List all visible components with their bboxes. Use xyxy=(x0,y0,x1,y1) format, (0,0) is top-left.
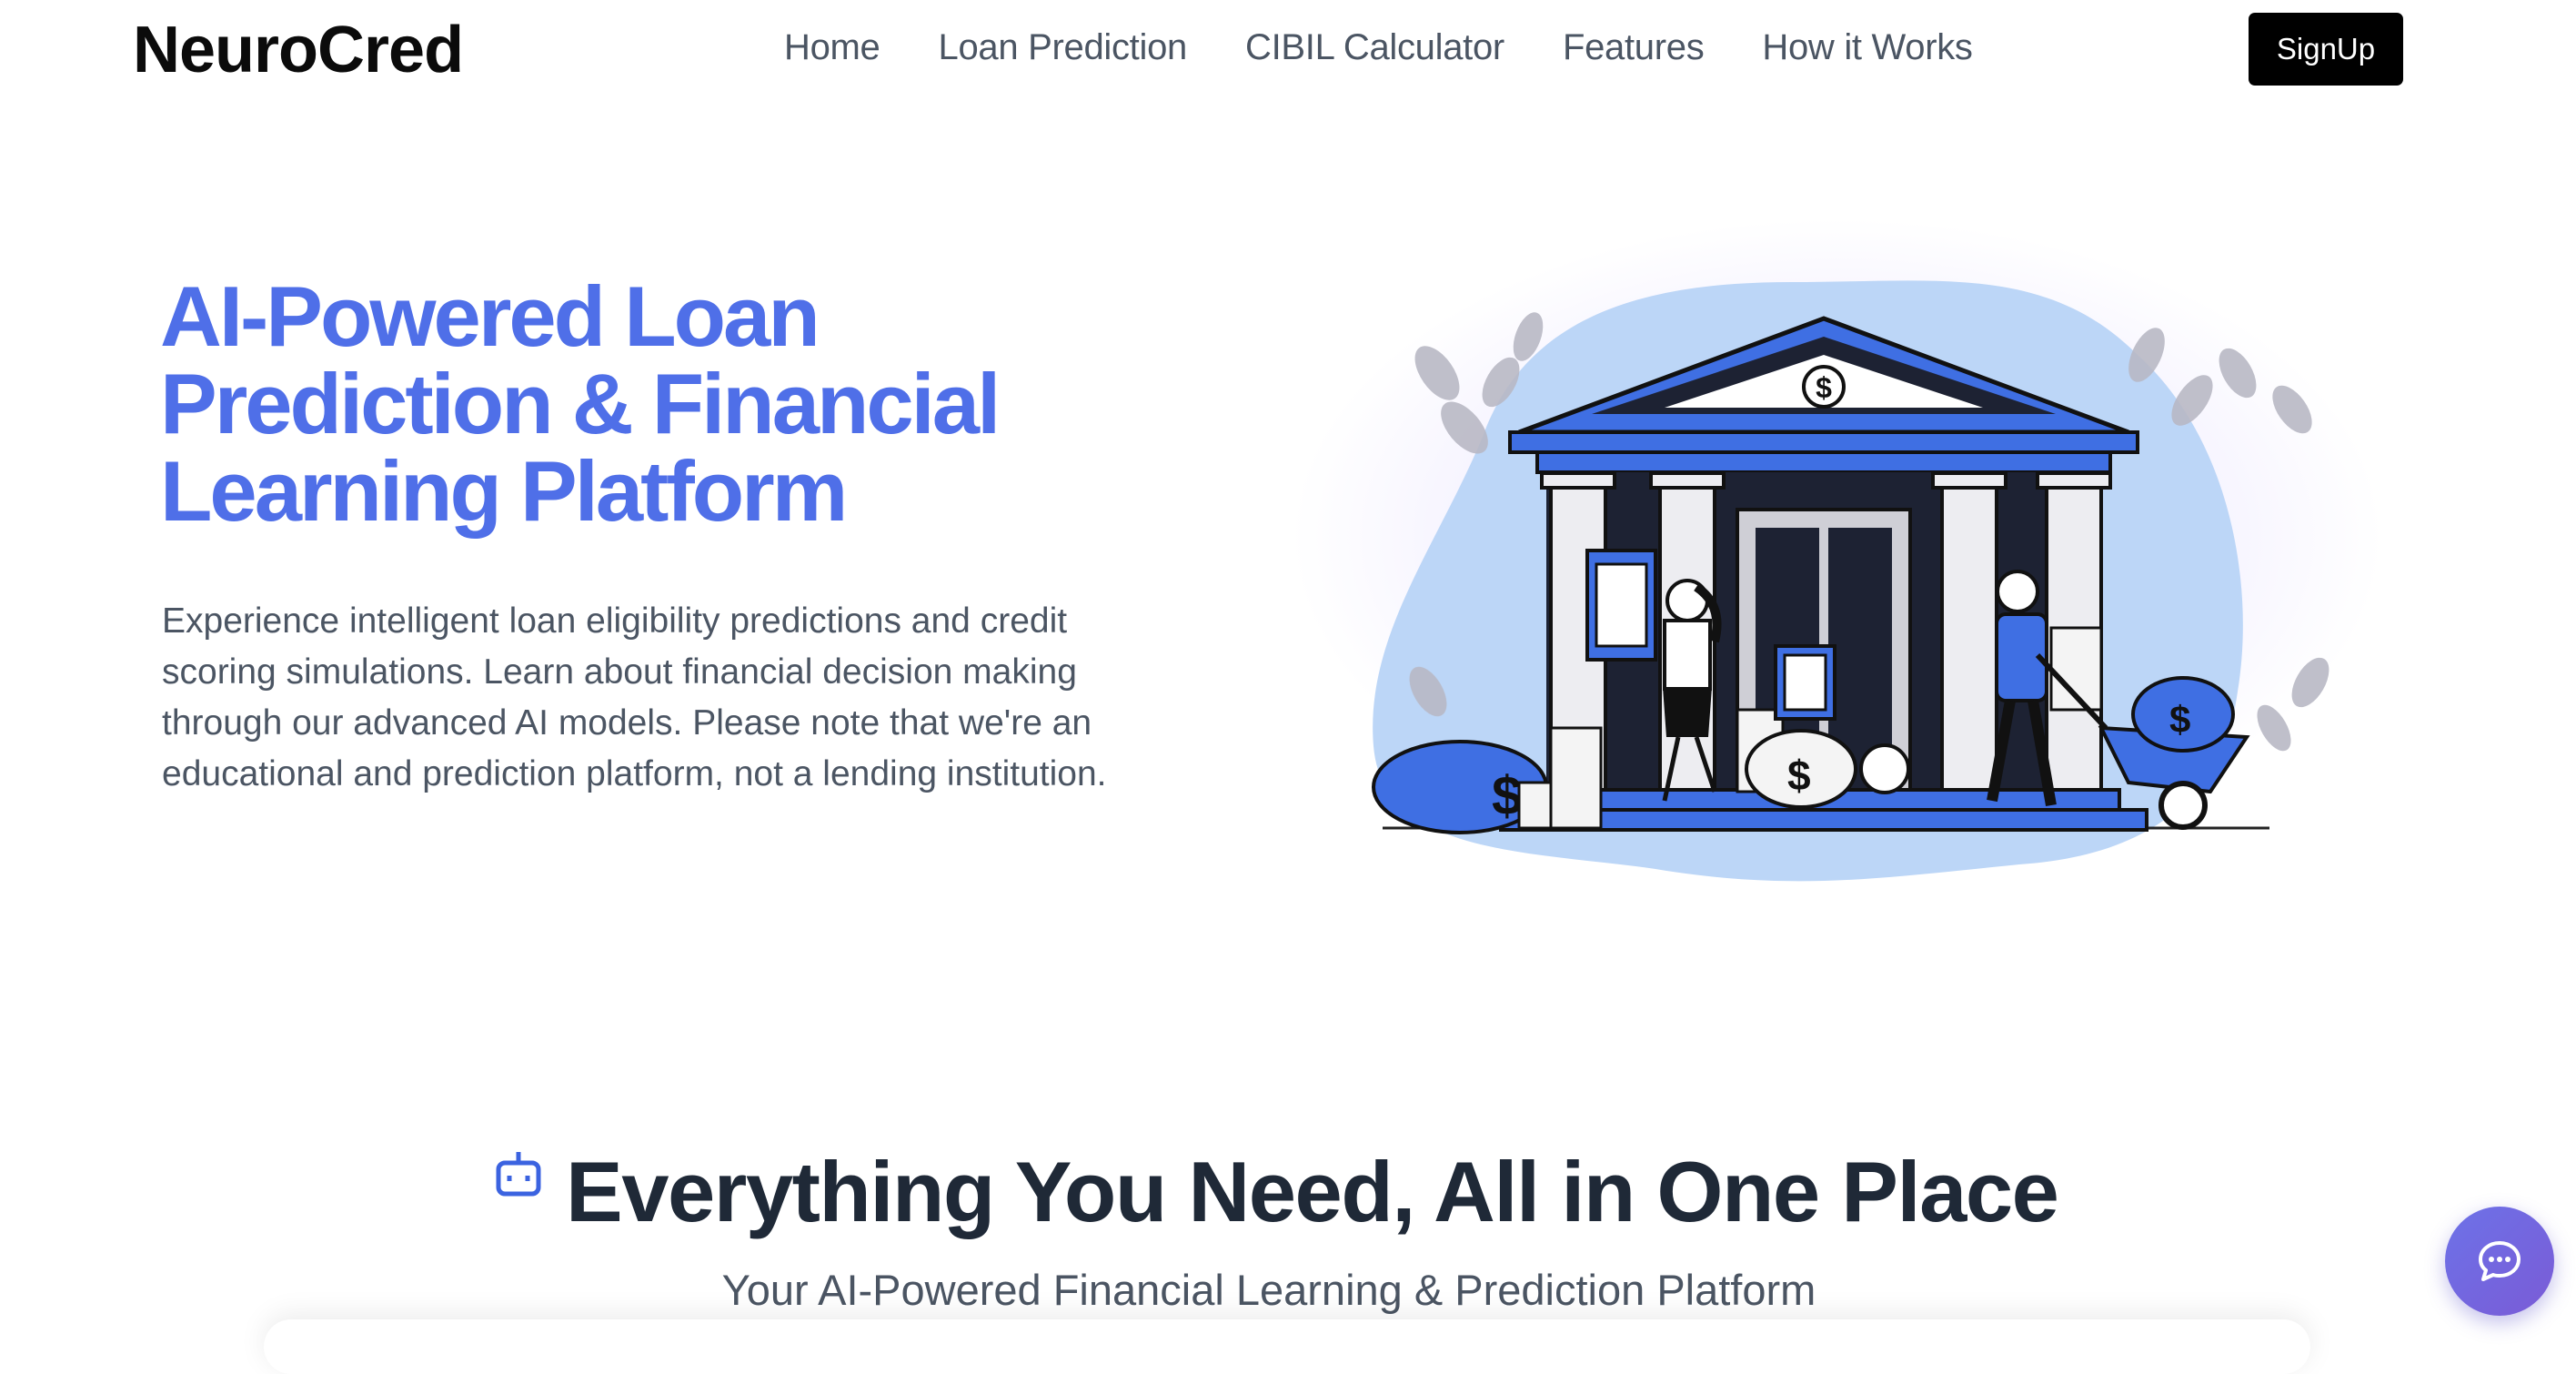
features-title: Everything You Need, All in One Place xyxy=(566,1144,2059,1239)
signup-button[interactable]: SignUp xyxy=(2249,13,2403,86)
hero-title-line: AI-Powered Loan xyxy=(160,268,820,364)
features-subtitle: Your AI-Powered Financial Learning & Pre… xyxy=(721,1266,1816,1314)
hero-description: Experience intelligent loan eligibility … xyxy=(162,596,1199,800)
svg-text:$: $ xyxy=(1787,752,1811,799)
chat-bubble-icon xyxy=(2479,1241,2521,1281)
features-heading: Everything You Need, All in One Place xyxy=(491,1137,2128,1247)
feature-card-top-edge xyxy=(264,1319,2310,1374)
nav-link-home[interactable]: Home xyxy=(784,27,880,68)
nav-link-cibil-calculator[interactable]: CIBIL Calculator xyxy=(1245,27,1504,68)
hero-description-line: educational and prediction platform, not… xyxy=(162,754,1107,793)
hero-title: AI-Powered Loan Prediction & Financial L… xyxy=(160,273,1070,535)
nav-link-how-it-works[interactable]: How it Works xyxy=(1762,27,1973,68)
top-navbar: NeuroCred Home Loan Prediction CIBIL Cal… xyxy=(0,0,2576,102)
robot-icon xyxy=(496,1152,541,1197)
brand-logo[interactable]: NeuroCred xyxy=(133,13,464,87)
svg-text:$: $ xyxy=(1816,371,1832,404)
bank-illustration-icon: $ $ $ $ xyxy=(1372,280,2329,882)
chat-button[interactable] xyxy=(2445,1207,2554,1316)
hero-title-line: Learning Platform xyxy=(160,443,848,539)
hero-description-line: Experience intelligent loan eligibility … xyxy=(162,601,1068,641)
hero-description-line: scoring simulations. Learn about financi… xyxy=(162,652,1077,692)
nav-links: Home Loan Prediction CIBIL Calculator Fe… xyxy=(784,27,1973,68)
svg-text:$: $ xyxy=(1492,765,1522,826)
nav-link-loan-prediction[interactable]: Loan Prediction xyxy=(939,27,1188,68)
hero-description-line: through our advanced AI models. Please n… xyxy=(162,703,1092,743)
hero-title-line: Prediction & Financial xyxy=(160,356,1001,451)
svg-text:$: $ xyxy=(2169,698,2190,741)
nav-link-features[interactable]: Features xyxy=(1563,27,1705,68)
